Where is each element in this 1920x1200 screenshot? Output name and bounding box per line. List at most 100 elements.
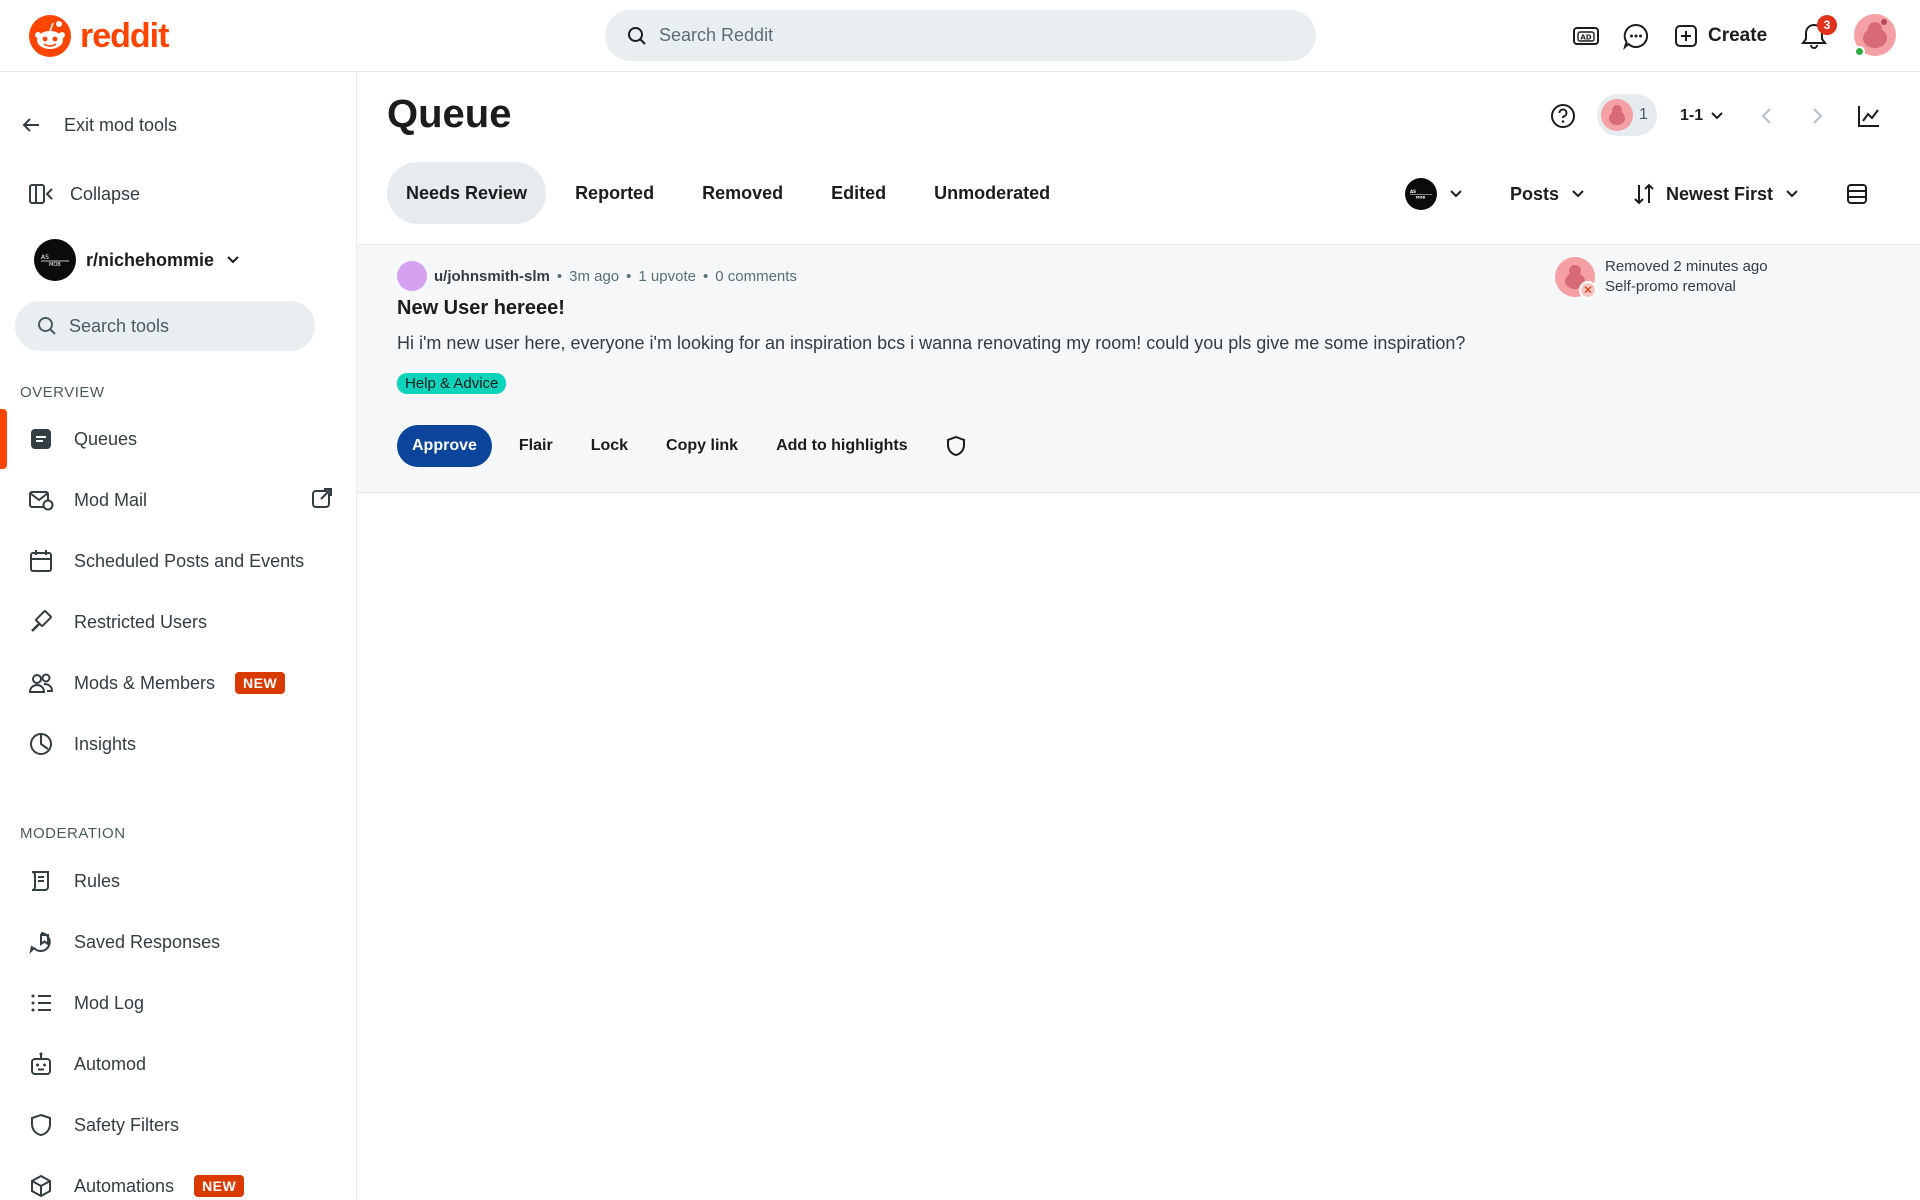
rules-scroll-icon [28, 868, 54, 894]
sidebar-item-label: Safety Filters [74, 1114, 180, 1135]
mod-shield-button[interactable] [927, 425, 985, 467]
sidebar-item-automations[interactable]: Automations NEW [0, 1160, 356, 1200]
sort-dropdown[interactable]: Newest First [1632, 174, 1801, 214]
tab-edited[interactable]: Edited [812, 162, 905, 224]
flair-button[interactable]: Flair [500, 425, 572, 467]
overview-section-title: OVERVIEW [20, 384, 105, 401]
search-reddit-input[interactable]: Search Reddit [605, 10, 1316, 61]
sidebar-item-label: Automations [74, 1175, 175, 1196]
plus-square-icon [1675, 25, 1697, 47]
chevron-down-icon [1786, 190, 1798, 198]
sidebar-item-saved-responses[interactable]: Saved Responses [0, 916, 356, 968]
post-comments[interactable]: 0 comments [715, 268, 797, 285]
page-title: Queue [387, 92, 512, 136]
post-actions: Approve Flair Lock Copy link Add to high… [397, 425, 985, 467]
copy-link-button[interactable]: Copy link [647, 425, 757, 467]
content-type-label: Posts [1510, 183, 1560, 204]
subreddit-avatar: AS MOB [34, 239, 76, 281]
advertise-icon[interactable]: AD [1571, 21, 1601, 51]
sidebar-item-rules[interactable]: Rules [0, 855, 356, 907]
collapse-button[interactable]: Collapse [28, 182, 140, 206]
sidebar-item-queues[interactable]: Queues [0, 413, 356, 465]
mod-avatar [1601, 99, 1633, 131]
sidebar-item-insights[interactable]: Insights [0, 718, 356, 770]
author-avatar[interactable] [397, 261, 427, 291]
sidebar-item-safety-filters[interactable]: Safety Filters [0, 1099, 356, 1151]
add-to-highlights-button[interactable]: Add to highlights [757, 425, 927, 467]
create-button[interactable]: Create [1674, 20, 1767, 52]
queue-post-card[interactable]: u/johnsmith-slm • 3m ago • 1 upvote • 0 … [357, 244, 1920, 493]
reddit-logo[interactable]: reddit [28, 14, 169, 58]
help-icon[interactable] [1550, 96, 1576, 136]
chevron-down-icon [1572, 190, 1584, 198]
post-meta: u/johnsmith-slm • 3m ago • 1 upvote • 0 … [397, 261, 797, 291]
svg-text:AD: AD [1580, 34, 1591, 42]
mod-tools-sidebar: Exit mod tools Collapse AS MOB r/nichehom… [0, 72, 357, 1200]
approve-button[interactable]: Approve [397, 425, 492, 467]
sidebar-item-mod-mail[interactable]: Mod Mail [0, 474, 356, 526]
shield-icon [28, 1112, 54, 1138]
search-tools-placeholder: Search tools [69, 315, 170, 336]
sidebar-item-mod-log[interactable]: Mod Log [0, 977, 356, 1029]
sidebar-item-label: Saved Responses [74, 931, 221, 952]
chevron-down-icon [227, 256, 239, 264]
sidebar-item-automod[interactable]: Automod [0, 1038, 356, 1090]
online-status-indicator [1854, 46, 1865, 57]
sidebar-item-restricted-users[interactable]: Restricted Users [0, 596, 356, 648]
insights-chart-icon[interactable] [1857, 96, 1881, 136]
tab-removed[interactable]: Removed [683, 162, 802, 224]
view-layout-icon[interactable] [1845, 174, 1869, 214]
search-placeholder: Search Reddit [659, 25, 774, 45]
tab-unmoderated[interactable]: Unmoderated [915, 162, 1069, 224]
post-author[interactable]: u/johnsmith-slm [434, 268, 550, 285]
exit-mod-tools-link[interactable]: Exit mod tools [20, 114, 177, 136]
sidebar-item-label: Mod Mail [74, 489, 148, 510]
sidebar-item-label: Mod Log [74, 992, 145, 1013]
tab-reported[interactable]: Reported [556, 162, 673, 224]
search-tools-input[interactable]: Search tools [15, 301, 315, 351]
svg-text:MOB: MOB [49, 262, 61, 267]
sidebar-item-scheduled-posts[interactable]: Scheduled Posts and Events [0, 535, 356, 587]
tab-needs-review[interactable]: Needs Review [387, 162, 547, 224]
chat-icon[interactable] [1621, 21, 1651, 51]
sort-arrows-icon [1634, 183, 1654, 205]
robot-icon [28, 1051, 54, 1077]
removed-x-icon: ✕ [1579, 281, 1597, 299]
post-title[interactable]: New User hereee! [397, 297, 565, 320]
range-label: 1-1 [1680, 107, 1704, 124]
svg-text:MOB: MOB [1416, 196, 1425, 200]
shield-icon [946, 435, 965, 457]
subreddit-selector[interactable]: AS MOB r/nichehommie [34, 239, 242, 281]
svg-text:AS: AS [41, 254, 49, 261]
external-link-icon[interactable] [310, 486, 334, 515]
members-icon [28, 670, 54, 696]
chevron-down-icon [1711, 112, 1723, 120]
sidebar-item-label: Restricted Users [74, 611, 208, 632]
next-page-button[interactable] [1807, 96, 1827, 136]
active-mods-indicator[interactable]: 1 [1597, 94, 1657, 136]
sidebar-item-label: Scheduled Posts and Events [74, 550, 305, 571]
create-label: Create [1708, 25, 1768, 46]
community-filter-dropdown[interactable]: AS MOB [1405, 174, 1465, 214]
cube-icon [28, 1173, 54, 1199]
mod-mail-icon [28, 487, 54, 513]
remover-avatar: ✕ [1555, 257, 1597, 299]
chevron-left-icon [1761, 108, 1771, 124]
previous-page-button[interactable] [1757, 96, 1777, 136]
search-icon [628, 26, 646, 45]
post-time: 3m ago [569, 267, 620, 285]
removed-reason: Self-promo removal [1605, 278, 1736, 295]
gavel-icon [28, 609, 54, 635]
sidebar-item-mods-members[interactable]: Mods & Members NEW [0, 657, 356, 709]
range-selector[interactable]: 1-1 [1680, 96, 1725, 136]
lock-button[interactable]: Lock [572, 425, 647, 467]
pie-chart-icon [28, 731, 54, 757]
community-avatar: AS MOB [1405, 178, 1437, 210]
list-icon [28, 990, 54, 1016]
post-body: Hi i'm new user here, everyone i'm looki… [397, 333, 1466, 353]
content-type-dropdown[interactable]: Posts [1510, 174, 1587, 214]
chevron-down-icon [1450, 190, 1462, 198]
snoo-logo-icon [29, 15, 71, 57]
sidebar-item-label: Automod [74, 1053, 147, 1074]
mod-count: 1 [1639, 106, 1648, 123]
